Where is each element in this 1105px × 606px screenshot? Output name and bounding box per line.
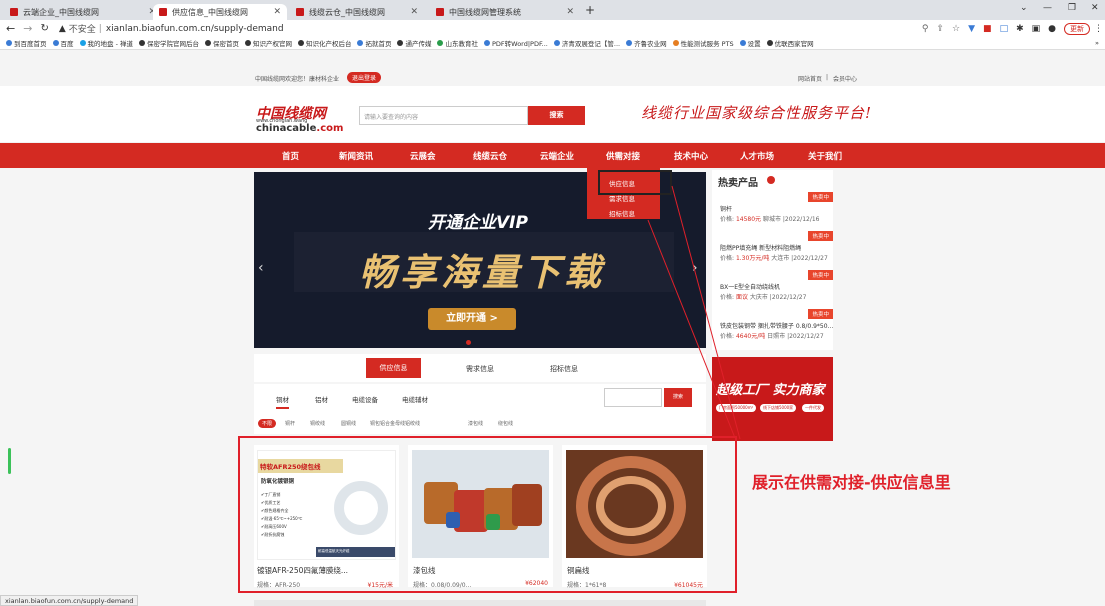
side-indicator (8, 448, 11, 474)
annotation-line (647, 219, 736, 439)
annotation-line (671, 185, 741, 440)
annotation-arrows (647, 185, 741, 440)
status-bar: xianlan.biaofun.com.cn/supply-demand (0, 595, 139, 606)
